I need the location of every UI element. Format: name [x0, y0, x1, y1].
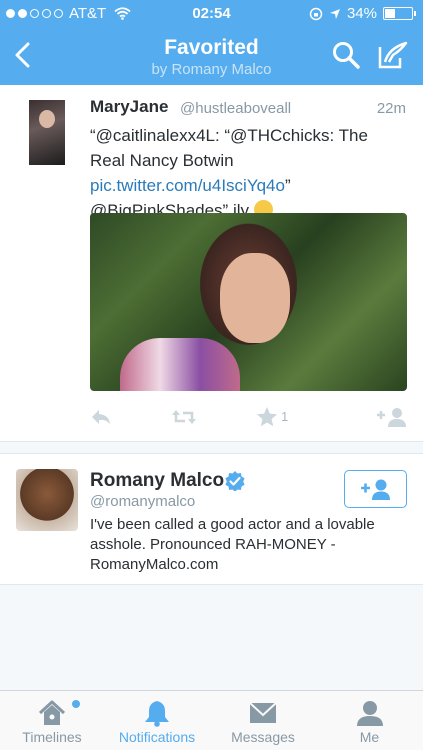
tweet-card[interactable]: MaryJane @hustleaboveall 22m “@caitlinal… — [0, 85, 423, 442]
tweet-timestamp: 22m — [376, 100, 406, 117]
home-icon — [38, 700, 66, 725]
tweet-photo-link[interactable]: pic.twitter.com/u4IsciYq4o — [90, 176, 285, 195]
search-icon[interactable] — [331, 40, 361, 70]
avatar[interactable] — [29, 100, 65, 165]
follow-user-icon[interactable] — [377, 405, 407, 429]
envelope-icon — [249, 702, 277, 723]
reply-icon[interactable] — [89, 405, 113, 429]
user-bio: I've been called a good actor and a lova… — [90, 516, 375, 573]
tweet-text-part: “@caitlinalexx4L: “@THCchicks: The Real … — [90, 126, 368, 170]
nav-header: AT&T 02:54 34% Favorited by Romany Malco — [0, 0, 423, 85]
tab-label: Notifications — [118, 729, 196, 745]
status-bar: AT&T 02:54 34% — [0, 4, 423, 24]
photo-detail — [120, 338, 240, 391]
retweet-icon[interactable] — [171, 405, 197, 429]
photo-detail — [220, 253, 290, 343]
compose-icon[interactable] — [377, 40, 409, 70]
bell-icon — [145, 701, 169, 727]
tweet-text: “@caitlinalexx4L: “@THCchicks: The Real … — [90, 123, 405, 228]
user-handle: @romanymalco — [90, 493, 196, 510]
unread-indicator — [72, 700, 80, 708]
tab-label: Messages — [231, 729, 295, 745]
follow-button[interactable] — [344, 470, 407, 508]
tab-me[interactable]: Me — [316, 691, 423, 750]
tab-messages[interactable]: Messages — [210, 691, 316, 750]
tweet-author-handle: @hustleaboveall — [180, 100, 292, 117]
verified-badge-icon — [225, 471, 245, 491]
follow-user-icon — [360, 479, 390, 500]
location-arrow-icon — [329, 8, 340, 19]
tab-notifications[interactable]: Notifications — [104, 691, 210, 750]
battery-percent: 34% — [346, 5, 377, 22]
tweet-actions: 1 — [0, 405, 423, 429]
person-icon — [356, 701, 383, 726]
tweet-author-name[interactable]: MaryJane — [90, 97, 168, 117]
tab-bar: Timelines Notifications Messages Me — [0, 690, 423, 750]
favorite-star-icon[interactable] — [256, 405, 278, 429]
favorite-count: 1 — [281, 409, 289, 424]
tab-label: Me — [359, 729, 380, 745]
tab-timelines[interactable]: Timelines — [0, 691, 104, 750]
avatar[interactable] — [16, 469, 78, 531]
tab-label: Timelines — [22, 729, 82, 745]
user-card[interactable]: Romany Malco @romanymalco I've been call… — [0, 453, 423, 585]
rotation-lock-icon — [309, 7, 323, 20]
battery-icon — [383, 7, 416, 20]
tweet-photo[interactable] — [90, 213, 407, 391]
user-name[interactable]: Romany Malco — [90, 470, 224, 492]
